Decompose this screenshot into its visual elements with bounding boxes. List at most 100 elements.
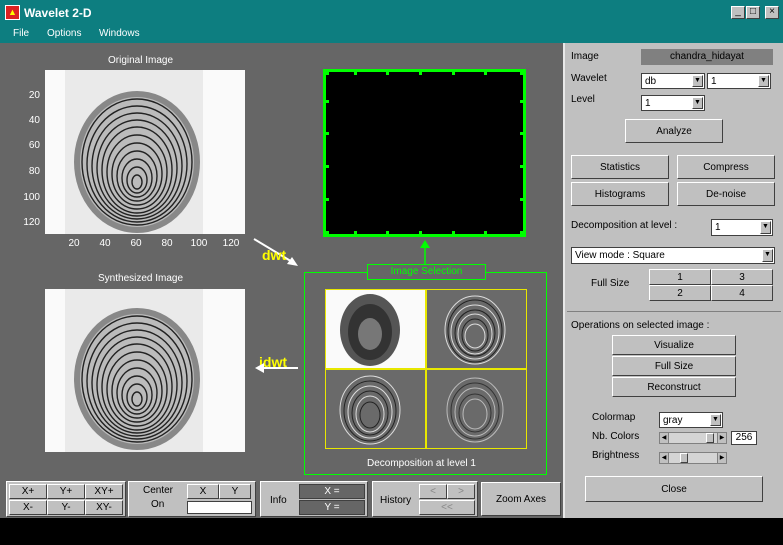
close-window-button[interactable]: ×: [765, 6, 779, 19]
history-forward-button[interactable]: >: [447, 484, 475, 499]
full-size-3-button[interactable]: 3: [711, 269, 773, 285]
horizontal-detail-image: [444, 295, 506, 365]
y-coordinate-readout: Y =: [299, 500, 365, 515]
statistics-button[interactable]: Statistics: [571, 155, 669, 179]
chevron-down-icon: ▼: [758, 75, 769, 87]
nb-colors-input[interactable]: 256: [731, 431, 757, 445]
slider-left-arrow-icon[interactable]: ◀: [660, 433, 669, 443]
wavelet-family-select[interactable]: db ▼: [641, 73, 705, 89]
wavelet-order-select[interactable]: 1 ▼: [707, 73, 771, 89]
zoom-x-plus-button[interactable]: X+: [9, 484, 47, 499]
center-y-button[interactable]: Y: [219, 484, 251, 499]
diagonal-detail-image: [446, 377, 504, 443]
original-fingerprint-image: [45, 70, 245, 234]
brightness-slider-thumb[interactable]: [680, 453, 688, 463]
divider: [567, 311, 781, 312]
history-start-button[interactable]: <<: [419, 500, 475, 515]
vertical-detail-image: [339, 375, 401, 445]
analyze-button[interactable]: Analyze: [625, 119, 723, 143]
center-x-button[interactable]: X: [187, 484, 219, 499]
compress-button[interactable]: Compress: [677, 155, 775, 179]
zoom-xy-plus-button[interactable]: XY+: [85, 484, 123, 499]
brightness-slider[interactable]: ◀ ▶: [659, 452, 727, 464]
decomposition-level-select[interactable]: 1 ▼: [711, 219, 773, 236]
title-bar: ▲ Wavelet 2-D _ □ ×: [0, 0, 783, 26]
original-image-axes[interactable]: [45, 70, 245, 234]
original-xtick: 60: [130, 238, 142, 249]
chevron-down-icon: ▼: [760, 221, 771, 234]
visualize-button[interactable]: Visualize: [612, 335, 736, 355]
level-label: Level: [571, 94, 595, 105]
original-ytick: 100: [23, 192, 40, 203]
wavelet-family-value: db: [645, 75, 657, 87]
synthesized-image-axes[interactable]: [45, 289, 245, 452]
original-xtick: 100: [190, 238, 208, 249]
close-button[interactable]: Close: [585, 476, 763, 502]
nb-colors-slider-thumb[interactable]: [706, 433, 714, 443]
view-mode-value: View mode : Square: [575, 250, 665, 261]
image-label: Image: [571, 51, 599, 62]
original-image-title: Original Image: [108, 55, 174, 66]
histograms-button[interactable]: Histograms: [571, 182, 669, 206]
vertical-detail-subimage[interactable]: [325, 369, 426, 449]
zoom-y-plus-button[interactable]: Y+: [47, 484, 85, 499]
colormap-label: Colormap: [592, 412, 636, 423]
image-selection-label: Image Selection: [367, 264, 486, 280]
minimize-button[interactable]: _: [731, 6, 745, 19]
maximize-button[interactable]: □: [746, 6, 760, 19]
slider-right-arrow-icon[interactable]: ▶: [717, 433, 726, 443]
bottom-strip: [0, 518, 783, 545]
synthesized-image-title: Synthesized Image: [98, 273, 184, 284]
history-back-button[interactable]: <: [419, 484, 447, 499]
full-size-1-button[interactable]: 1: [649, 269, 711, 285]
nb-colors-slider[interactable]: ◀ ▶: [659, 432, 727, 444]
slider-right-arrow-icon[interactable]: ▶: [717, 453, 726, 463]
nb-colors-label: Nb. Colors: [592, 431, 640, 442]
selection-frame-dots: [326, 72, 523, 234]
up-arrow-icon: [420, 240, 430, 264]
full-size-label: Full Size: [591, 278, 630, 289]
level-value: 1: [645, 97, 651, 109]
original-ytick: 20: [28, 90, 40, 101]
center-on-field[interactable]: [187, 501, 252, 514]
center-on-group: Center On X Y: [128, 481, 256, 517]
full-size-2-button[interactable]: 2: [649, 285, 711, 301]
horizontal-detail-subimage[interactable]: [426, 289, 527, 369]
brightness-label: Brightness: [592, 450, 640, 461]
original-ytick: 120: [23, 217, 40, 228]
level-select[interactable]: 1 ▼: [641, 95, 705, 111]
menu-file[interactable]: File: [13, 28, 29, 39]
view-mode-select[interactable]: View mode : Square ▼: [571, 247, 775, 264]
zoom-x-minus-button[interactable]: X-: [9, 500, 47, 515]
original-ytick: 60: [28, 140, 40, 151]
zoom-y-minus-button[interactable]: Y-: [47, 500, 85, 515]
original-xtick: 120: [222, 238, 240, 249]
window-title: Wavelet 2-D: [24, 6, 92, 20]
denoise-button[interactable]: De-noise: [677, 182, 775, 206]
full-size-button[interactable]: Full Size: [612, 356, 736, 376]
zoom-axes-button[interactable]: Zoom Axes: [481, 482, 561, 516]
full-size-4-button[interactable]: 4: [711, 285, 773, 301]
menu-options[interactable]: Options: [47, 28, 81, 39]
operations-label: Operations on selected image :: [571, 320, 710, 331]
chevron-down-icon: ▼: [710, 414, 721, 426]
chevron-down-icon: ▼: [692, 97, 703, 109]
original-ytick: 80: [28, 166, 40, 177]
reconstruct-button[interactable]: Reconstruct: [612, 377, 736, 397]
approximation-image: [340, 294, 400, 366]
menu-bar: File Options Windows: [0, 26, 783, 43]
diagonal-detail-subimage[interactable]: [426, 369, 527, 449]
selected-image-display[interactable]: [323, 69, 526, 237]
synthesized-fingerprint-image: [45, 289, 245, 452]
on-label: On: [151, 499, 165, 510]
zoom-buttons-group: X+ Y+ XY+ X- Y- XY-: [6, 481, 126, 517]
colormap-value: gray: [663, 414, 683, 426]
approximation-subimage[interactable]: [325, 289, 426, 369]
menu-windows[interactable]: Windows: [99, 28, 140, 39]
original-ytick: 40: [28, 115, 40, 126]
slider-left-arrow-icon[interactable]: ◀: [660, 453, 669, 463]
decomposition-level-value: 1: [715, 222, 721, 233]
dwt-label: dwt: [262, 247, 287, 263]
colormap-select[interactable]: gray ▼: [659, 412, 723, 428]
zoom-xy-minus-button[interactable]: XY-: [85, 500, 123, 515]
